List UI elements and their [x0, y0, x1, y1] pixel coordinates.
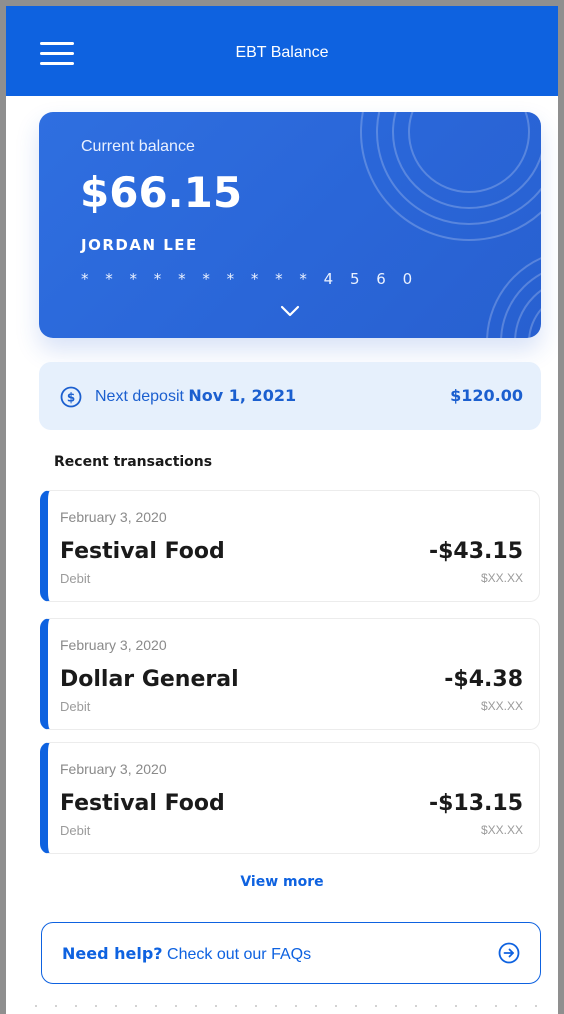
transaction-card[interactable]: February 3, 2020 Festival Food Debit -$4…: [40, 490, 540, 602]
transaction-card[interactable]: February 3, 2020 Festival Food Debit -$1…: [40, 742, 540, 854]
svg-text:$: $: [67, 391, 75, 405]
help-strong-text: Need help?: [62, 944, 163, 963]
transaction-date: February 3, 2020: [60, 637, 167, 653]
balance-card: Current balance $66.15 JORDAN LEE * * * …: [39, 112, 541, 338]
chevron-down-icon[interactable]: [279, 304, 301, 318]
transaction-merchant: Dollar General: [60, 667, 239, 692]
help-text: Need help? Check out our FAQs: [62, 944, 311, 964]
transaction-merchant: Festival Food: [60, 791, 225, 816]
app-frame: EBT Balance Current balance $66.15 JORDA…: [0, 0, 564, 1014]
next-deposit-label: Next deposit: [95, 388, 184, 405]
page-title: EBT Balance: [235, 44, 329, 61]
transaction-amount: -$43.15: [428, 539, 523, 564]
transaction-date: February 3, 2020: [60, 761, 167, 777]
next-deposit-banner: $ Next deposit Nov 1, 2021 $120.00: [39, 362, 541, 430]
recent-transactions-heading: Recent transactions: [54, 454, 213, 470]
help-faq-button[interactable]: Need help? Check out our FAQs: [41, 922, 541, 984]
view-more-link[interactable]: View more: [6, 874, 558, 890]
balance-label: Current balance: [81, 138, 195, 155]
dollar-circle-icon: $: [60, 386, 82, 408]
next-deposit-date: Nov 1, 2021: [188, 386, 297, 405]
transaction-merchant: Festival Food: [60, 539, 225, 564]
next-deposit-text: Next deposit Nov 1, 2021: [95, 386, 296, 406]
next-deposit-amount: $120.00: [450, 386, 523, 405]
page-bottom-divider: [26, 1004, 538, 1008]
transaction-sub-amount: $XX.XX: [480, 699, 523, 713]
transaction-sub-amount: $XX.XX: [480, 823, 523, 837]
transaction-type: Debit: [60, 699, 91, 714]
transaction-card[interactable]: February 3, 2020 Dollar General Debit -$…: [40, 618, 540, 730]
help-link-text: Check out our FAQs: [162, 946, 312, 963]
transaction-date: February 3, 2020: [60, 509, 167, 525]
transaction-sub-amount: $XX.XX: [480, 571, 523, 585]
transaction-type: Debit: [60, 823, 91, 838]
card-number: * * * * * * * * * * 4 5 6 0: [81, 270, 419, 288]
transaction-amount: -$4.38: [444, 667, 523, 692]
balance-amount: $66.15: [80, 168, 243, 217]
transaction-type: Debit: [60, 571, 91, 586]
transaction-amount: -$13.15: [428, 791, 523, 816]
cardholder-name: JORDAN LEE: [81, 236, 198, 254]
arrow-right-circle-icon: [498, 942, 520, 964]
top-app-bar: EBT Balance: [6, 6, 558, 96]
